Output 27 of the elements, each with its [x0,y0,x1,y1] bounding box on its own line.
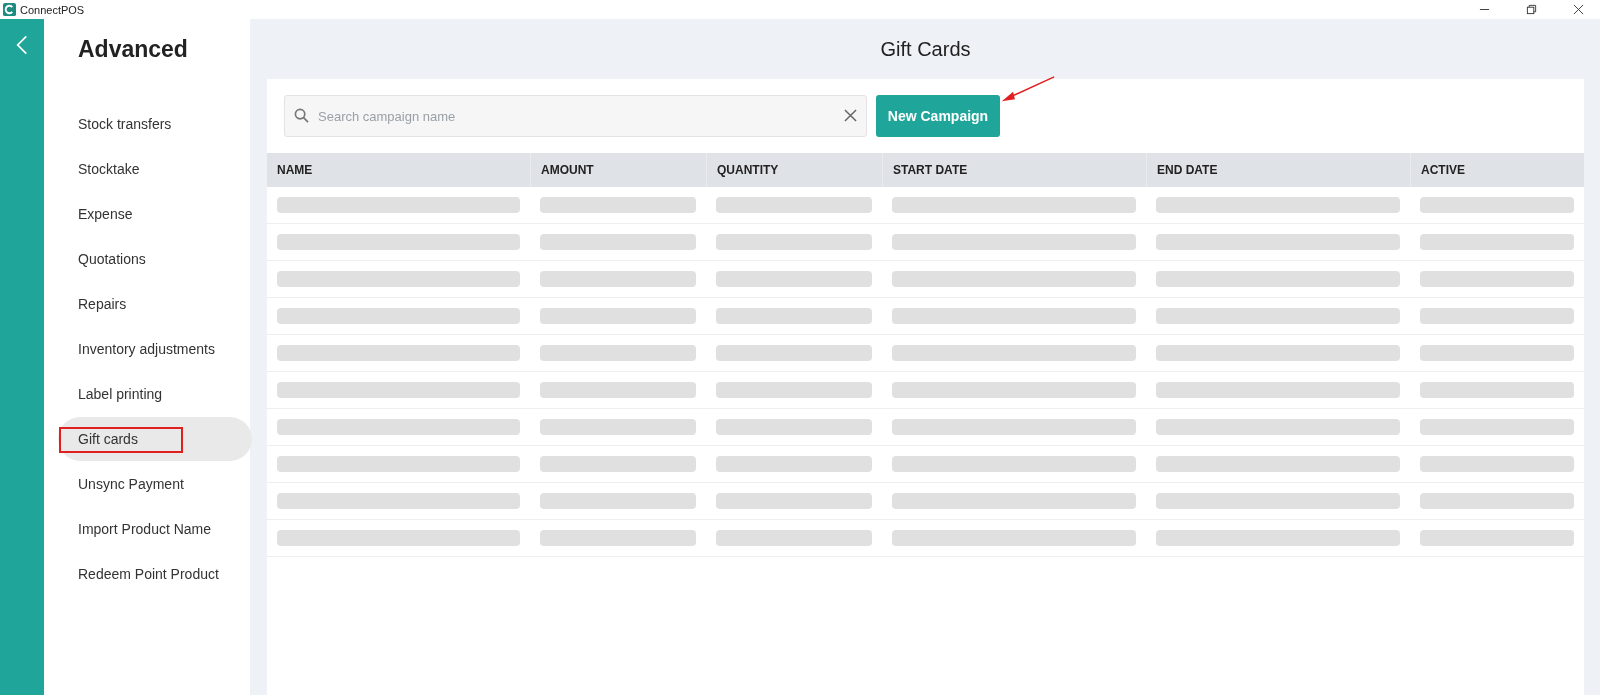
app-logo-icon [3,3,16,16]
sidebar-item[interactable]: Expense [58,192,238,236]
column-header: ACTIVE [1410,153,1584,187]
column-header: AMOUNT [530,153,706,187]
back-icon[interactable] [16,35,28,55]
sidebar-item[interactable]: Gift cards [58,417,252,461]
sidebar-item[interactable]: Stocktake [58,147,238,191]
column-header: START DATE [882,153,1146,187]
column-header: END DATE [1146,153,1410,187]
column-header: NAME [276,162,314,179]
sidebar-item[interactable]: Unsync Payment [58,462,238,506]
clear-icon[interactable] [844,109,857,122]
column-header: QUANTITY [706,153,882,187]
annotation-arrow [1000,75,1056,103]
sidebar-item[interactable]: Label printing [58,372,238,416]
window-title: ConnectPOS [20,3,85,16]
sidebar-item[interactable]: Quotations [58,237,238,281]
sidebar-item[interactable]: Import Product Name [58,507,238,551]
page-title: Gift Cards [879,37,972,62]
restore-icon[interactable] [1526,4,1537,15]
sidebar-title: Advanced [77,35,189,64]
sidebar-item[interactable]: Inventory adjustments [58,327,238,371]
search-field[interactable]: Search campaign name [284,95,867,137]
sidebar-item[interactable]: Redeem Point Product [58,552,238,596]
sidebar-item[interactable]: Stock transfers [58,102,238,146]
close-icon[interactable] [1573,4,1584,15]
sidebar-item[interactable]: Repairs [58,282,238,326]
